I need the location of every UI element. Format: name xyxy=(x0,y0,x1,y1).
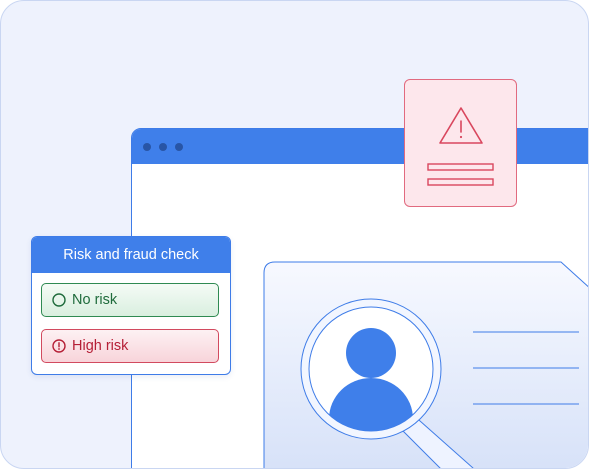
circle-check-icon xyxy=(52,293,66,307)
browser-title-bar xyxy=(132,129,588,164)
window-dot-icon xyxy=(143,142,151,151)
risk-panel-title: Risk and fraud check xyxy=(32,237,230,273)
no-risk-option[interactable]: No risk xyxy=(41,283,219,317)
high-risk-option[interactable]: High risk xyxy=(41,329,219,363)
profile-document xyxy=(263,261,588,468)
high-risk-label: High risk xyxy=(72,338,129,354)
alert-card xyxy=(404,79,517,207)
no-risk-label: No risk xyxy=(72,292,118,308)
illustration-frame: Risk and fraud check No risk High risk xyxy=(0,0,589,469)
alert-circle-icon xyxy=(52,339,66,353)
window-dot-icon xyxy=(175,142,183,151)
window-dot-icon xyxy=(159,142,167,151)
warning-triangle-icon xyxy=(427,107,494,186)
risk-check-panel: Risk and fraud check No risk High risk xyxy=(31,236,231,375)
